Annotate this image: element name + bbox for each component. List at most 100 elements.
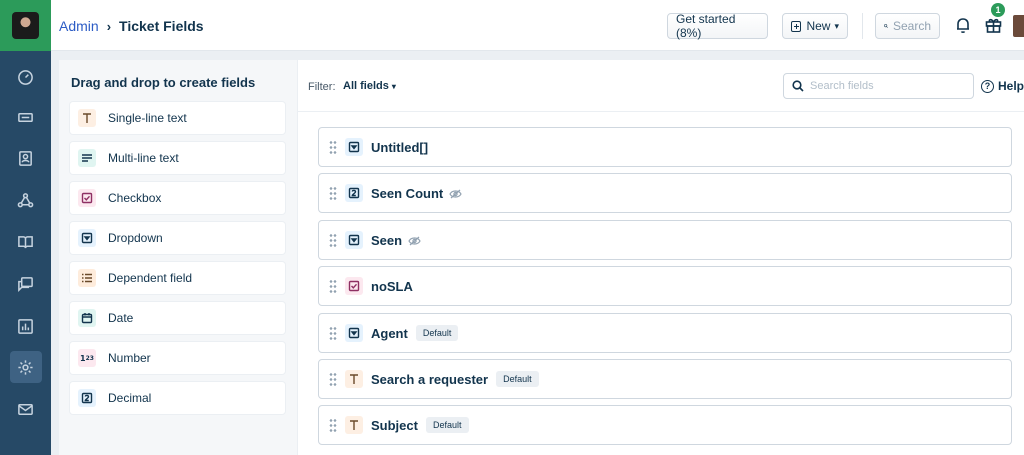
filter-value: All fields [343, 80, 389, 92]
chevron-down-icon: ▾ [391, 82, 396, 91]
field-name: Agent [371, 325, 408, 341]
palette-item-label: Dropdown [108, 231, 163, 245]
field-name: Seen Count [371, 185, 444, 201]
get-started-button[interactable]: Get started (8%) [667, 12, 768, 40]
field-row[interactable]: Seen [318, 220, 1012, 260]
palette-item-label: Decimal [108, 391, 152, 405]
palette-item-single-line-text[interactable]: Single-line text [70, 102, 285, 134]
field-row[interactable]: Seen Count [318, 173, 1012, 213]
nav-admin[interactable] [0, 347, 51, 387]
palette-item-label: Multi-line text [108, 151, 179, 165]
nav-admin-highlight [9, 351, 42, 383]
help-label: Help [998, 79, 1024, 93]
text-icon [78, 109, 96, 127]
decimal-icon [78, 389, 96, 407]
drag-handle-icon[interactable] [329, 186, 337, 200]
palette-item-multi-line-text[interactable]: Multi-line text [70, 142, 285, 174]
field-name: Untitled[] [371, 139, 429, 155]
palette-item-number[interactable]: 123 Number [70, 342, 285, 374]
number-icon: 123 [78, 349, 96, 367]
field-row[interactable]: Search a requester Default [318, 359, 1012, 399]
drag-handle-icon[interactable] [329, 326, 337, 340]
hidden-eye-icon [408, 235, 421, 246]
chevron-right-icon: › [106, 18, 112, 34]
notifications-bell-icon[interactable] [954, 16, 972, 34]
field-row[interactable]: Subject Default [318, 405, 1012, 445]
dropdown-icon [345, 138, 363, 156]
default-badge: Default [496, 371, 539, 387]
palette-item-label: Checkbox [108, 191, 162, 205]
text-icon [345, 416, 363, 434]
nav-dashboard[interactable] [0, 57, 51, 97]
nav-solutions[interactable] [0, 222, 51, 262]
palette-item-date[interactable]: Date [70, 302, 285, 334]
checkbox-icon [78, 189, 96, 207]
search-fields-input[interactable]: Search fields [783, 73, 974, 99]
user-avatar[interactable] [1013, 15, 1024, 37]
field-row[interactable]: noSLA [318, 266, 1012, 306]
forums-icon [18, 276, 33, 292]
field-palette: Drag and drop to create fields Single-li… [59, 60, 297, 455]
mail-icon [18, 403, 33, 415]
field-name: noSLA [371, 278, 413, 294]
search-fields-placeholder: Search fields [810, 80, 874, 92]
left-nav-rail [0, 0, 51, 455]
chevron-down-icon: ▾ [834, 20, 839, 31]
dropdown-icon [345, 231, 363, 249]
drag-handle-icon[interactable] [329, 140, 337, 154]
new-button-label: New [806, 19, 831, 33]
contacts-icon [19, 150, 32, 166]
page-title: Ticket Fields [119, 18, 204, 34]
nav-mail[interactable] [0, 389, 51, 429]
gift-icon[interactable] [984, 15, 1003, 34]
text-icon [345, 370, 363, 388]
default-badge: Default [425, 417, 469, 433]
palette-item-dependent-field[interactable]: Dependent field [70, 262, 285, 294]
nav-tickets[interactable] [0, 97, 51, 137]
palette-item-label: Number [108, 351, 151, 365]
admin-gear-icon [18, 359, 33, 375]
palette-item-decimal[interactable]: Decimal [70, 382, 285, 414]
decimal-icon [345, 184, 363, 202]
drag-handle-icon[interactable] [329, 372, 337, 386]
global-search-button[interactable]: Search [875, 13, 940, 39]
default-badge: Default [415, 325, 459, 341]
filter-label: Filter: [308, 81, 336, 93]
drag-handle-icon[interactable] [329, 279, 337, 293]
drag-handle-icon[interactable] [329, 233, 337, 247]
palette-title: Drag and drop to create fields [71, 75, 256, 90]
header-divider [862, 13, 863, 39]
palette-item-label: Date [108, 311, 134, 325]
tickets-icon [18, 112, 33, 122]
hidden-eye-icon [449, 188, 462, 199]
palette-item-label: Single-line text [108, 111, 187, 125]
drag-handle-icon[interactable] [329, 418, 337, 432]
nav-forums[interactable] [0, 264, 51, 304]
field-name: Subject [371, 417, 418, 433]
field-row[interactable]: Agent Default [318, 313, 1012, 353]
help-button[interactable]: ? Help [981, 79, 1024, 93]
field-name: Seen [371, 232, 403, 248]
filter-dropdown[interactable]: All fields ▾ [343, 80, 396, 92]
global-search-placeholder: Search [892, 19, 931, 33]
paragraph-icon [78, 149, 96, 167]
social-icon [17, 192, 34, 207]
field-name: Search a requester [371, 371, 489, 387]
calendar-icon [78, 309, 96, 327]
solutions-icon [18, 235, 33, 248]
help-icon: ? [981, 79, 994, 93]
account-avatar[interactable] [0, 0, 51, 51]
dashboard-icon [18, 69, 33, 85]
dropdown-icon [78, 229, 96, 247]
field-row[interactable]: Untitled[] [318, 127, 1012, 167]
palette-item-checkbox[interactable]: Checkbox [70, 182, 285, 214]
plus-box-icon [791, 20, 802, 32]
palette-item-label: Dependent field [108, 271, 193, 285]
palette-item-dropdown[interactable]: Dropdown [70, 222, 285, 254]
nav-contacts[interactable] [0, 138, 51, 178]
breadcrumb-admin-link[interactable]: Admin [59, 18, 99, 34]
top-header: Admin › Ticket Fields Get started (8%) N… [51, 0, 1024, 51]
nav-social[interactable] [0, 180, 51, 220]
nav-reports[interactable] [0, 306, 51, 346]
new-button[interactable]: New ▾ [782, 13, 848, 39]
